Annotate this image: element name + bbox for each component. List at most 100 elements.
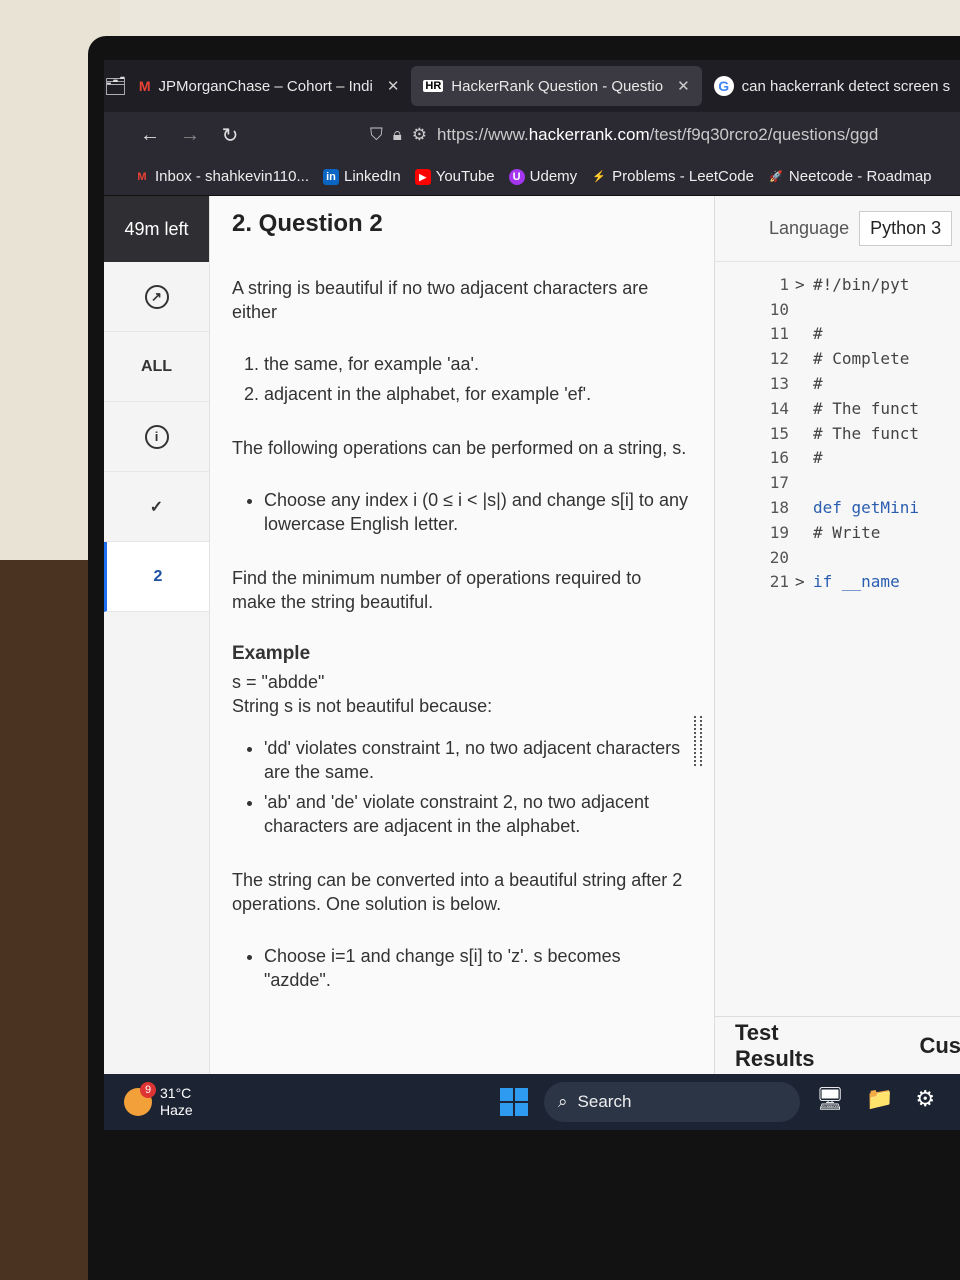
code-line[interactable]: 1 > #!/bin/pyt	[715, 272, 960, 297]
code-text: if __name	[813, 572, 900, 592]
settings-icon[interactable]: ⚙	[915, 1086, 935, 1112]
google-icon: G	[713, 76, 734, 96]
line-number: 12	[769, 349, 789, 369]
address-bar[interactable]: ⛉ 🔒︎ ⚙ https://www.hackerrank.com/test/f…	[370, 125, 878, 145]
folder-icon[interactable]: 📁	[866, 1086, 893, 1112]
bookmark-leetcode[interactable]: ⚡ Problems - LeetCode	[591, 168, 754, 185]
tab-jpmorgan[interactable]: M JPMorganChase – Cohort – Indi ✕	[127, 66, 412, 106]
line-number: 15	[769, 423, 789, 443]
back-icon[interactable]: ←	[130, 124, 170, 147]
search-icon: ⌕	[558, 1092, 568, 1111]
tab-label: can hackerrank detect screen s	[741, 77, 951, 95]
hackerrank-icon: HR	[423, 80, 444, 92]
rule-item: the same, for example 'aa'.	[264, 352, 688, 376]
code-line[interactable]: 12 # Complete	[715, 346, 960, 371]
gmail-icon: M	[137, 170, 147, 183]
youtube-icon: ▶	[414, 168, 431, 185]
example-heading: Example	[232, 643, 311, 664]
desktop-icon[interactable]: 🖥	[816, 1086, 844, 1112]
operation-item: Choose any index i (0 ≤ i < |s|) and cha…	[264, 488, 688, 536]
all-questions-button[interactable]: ALL	[104, 332, 209, 402]
code-area[interactable]: 1 > #!/bin/pyt 10 11 #12 # Complete 13 #14 # The …	[715, 262, 960, 594]
tab-custom-input[interactable]: Cus	[919, 1033, 960, 1059]
shield-icon: ⛉	[370, 125, 383, 144]
code-line[interactable]: 15 # The funct	[715, 421, 960, 446]
language-label: Language	[769, 218, 850, 238]
violations-list: 'dd' violates constraint 1, no two adjac…	[264, 736, 688, 838]
code-line[interactable]: 11 #	[715, 322, 960, 347]
violation-item: 'dd' violates constraint 1, no two adjac…	[264, 736, 688, 784]
line-number: 19	[769, 522, 789, 542]
gmail-icon: M	[138, 78, 151, 94]
question-intro: A string is beautiful if no two adjacent…	[232, 278, 649, 322]
screen: 🗂 M JPMorganChase – Cohort – Indi ✕ HR H…	[104, 60, 960, 1130]
tab-test-results[interactable]: Test Results	[735, 1020, 849, 1072]
tab-overview-icon[interactable]: 🗂	[104, 60, 127, 112]
solution-item: Choose i=1 and change s[i] to 'z'. s bec…	[264, 944, 688, 992]
bookmark-label: Problems - LeetCode	[612, 168, 754, 185]
code-text: # The funct	[813, 398, 919, 418]
bookmark-neetcode[interactable]: 🚀 Neetcode - Roadmap	[768, 168, 931, 185]
rocket-icon: 🚀	[769, 170, 783, 183]
code-text: #	[813, 448, 823, 468]
line-number: 17	[769, 473, 789, 493]
pinned-apps: 🖥 📁 ⚙	[816, 1086, 935, 1112]
line-number: 10	[769, 299, 789, 319]
code-line[interactable]: 13 #	[715, 371, 960, 396]
code-line[interactable]: 21 > if __name	[715, 570, 960, 595]
code-text: #	[813, 324, 823, 344]
bookmark-label: Udemy	[529, 168, 578, 185]
tab-google[interactable]: G can hackerrank detect screen s	[702, 66, 960, 106]
code-line[interactable]: 20	[715, 545, 960, 570]
hackerrank-page: 49m left ↗ ALL i ✓ 2 2. Question 2 A str…	[104, 196, 960, 1074]
code-line[interactable]: 16 #	[715, 446, 960, 471]
code-text: #	[813, 374, 823, 394]
info-icon: i	[144, 424, 169, 449]
fold-icon[interactable]: >	[795, 275, 813, 294]
tab-hackerrank[interactable]: HR HackerRank Question - Questio ✕	[411, 66, 702, 106]
close-icon[interactable]: ✕	[677, 77, 690, 95]
code-text: # The funct	[813, 423, 919, 443]
language-row: Language Python 3	[715, 196, 960, 262]
code-text: # Write	[813, 522, 881, 542]
bookmarks-bar: M Inbox - shahkevin110... in LinkedIn ▶ You…	[104, 158, 960, 196]
code-text: #!/bin/pyt	[813, 274, 910, 294]
language-select[interactable]: Python 3	[859, 211, 953, 246]
close-icon[interactable]: ✕	[387, 77, 400, 95]
bookmark-linkedin[interactable]: in LinkedIn	[322, 168, 401, 185]
linkedin-icon: in	[322, 168, 339, 185]
question-title: 2. Question 2	[232, 210, 383, 237]
bookmark-inbox[interactable]: M Inbox - shahkevin110...	[134, 168, 309, 185]
panel-resize-handle[interactable]	[694, 716, 702, 766]
reload-icon[interactable]: ↻	[210, 123, 250, 148]
line-number: 14	[769, 398, 789, 418]
fold-icon[interactable]: >	[795, 572, 813, 591]
notification-badge: 9	[140, 1082, 156, 1098]
leetcode-icon: ⚡	[592, 170, 607, 183]
taskbar-search[interactable]: ⌕ Search	[544, 1082, 800, 1122]
code-editor-panel: Language Python 3 1 > #!/bin/pyt 10 11 #12 # C…	[714, 196, 960, 1074]
rules-list: the same, for example 'aa'. adjacent in …	[264, 352, 688, 406]
code-line[interactable]: 10	[715, 297, 960, 322]
question-2-button[interactable]: 2	[104, 542, 209, 612]
bookmark-youtube[interactable]: ▶ YouTube	[414, 168, 495, 185]
check-icon: ✓	[149, 498, 164, 516]
forward-icon[interactable]: →	[170, 124, 210, 147]
code-line[interactable]: 14 # The funct	[715, 396, 960, 421]
weather-temp: 31°C	[160, 1085, 192, 1101]
question-1-button[interactable]: ✓	[104, 472, 209, 542]
code-line[interactable]: 19 # Write	[715, 520, 960, 545]
nav-bar: ← → ↻ ⛉ 🔒︎ ⚙ https://www.hackerrank.com/…	[104, 112, 960, 158]
line-number: 13	[769, 374, 789, 394]
windows-start-icon[interactable]	[500, 1088, 528, 1116]
weather-icon: 9	[124, 1082, 156, 1116]
tab-label: JPMorganChase – Cohort – Indi	[158, 77, 373, 95]
bookmark-udemy[interactable]: U Udemy	[508, 168, 578, 185]
code-line[interactable]: 17	[715, 470, 960, 495]
info-button[interactable]: i	[104, 402, 209, 472]
code-line[interactable]: 18 def getMini	[715, 495, 960, 520]
task-text: Find the minimum number of operations re…	[232, 568, 642, 612]
collapse-button[interactable]: ↗	[104, 262, 209, 332]
weather-widget[interactable]: 9 31°C Haze	[104, 1082, 193, 1119]
code-text: def getMini	[813, 498, 919, 518]
